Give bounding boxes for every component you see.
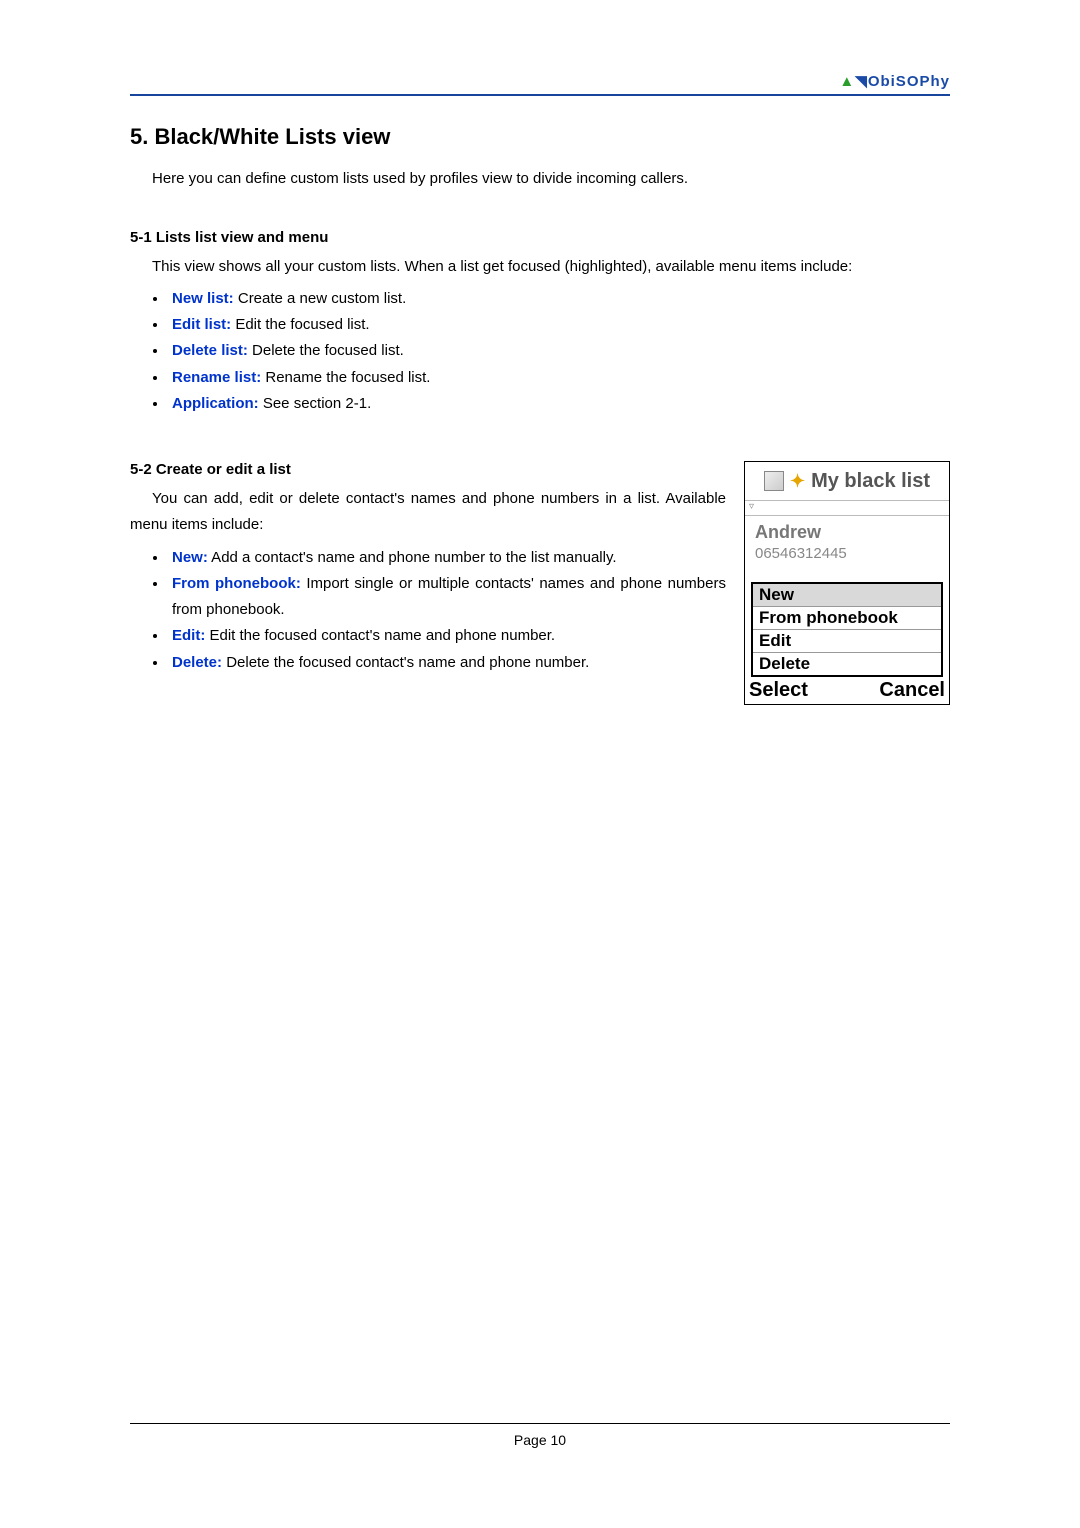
list-5-1: New list: Create a new custom list. Edit… xyxy=(130,286,950,417)
desc: Rename the focused list. xyxy=(261,369,430,386)
phone-softkeys: Select Cancel xyxy=(745,679,949,704)
phone-body: Andrew 06546312445 xyxy=(745,516,949,580)
list-item: New list: Create a new custom list. xyxy=(168,286,950,312)
keyword: From phonebook: xyxy=(172,575,301,592)
phone-context-menu: New From phonebook Edit Delete xyxy=(751,582,943,677)
keyword: Edit list: xyxy=(172,316,231,333)
keyword: Application: xyxy=(172,395,259,412)
page-header: ▲◥ObiSOPhy xyxy=(130,78,950,96)
note-icon xyxy=(764,471,784,491)
phone-titlebar: ✦ My black list xyxy=(745,462,949,500)
list-item: Application: See section 2-1. xyxy=(168,391,950,417)
softkey-cancel[interactable]: Cancel xyxy=(879,679,945,702)
keyword: Rename list: xyxy=(172,369,261,386)
menu-item-edit[interactable]: Edit xyxy=(753,630,941,653)
keyword: Delete: xyxy=(172,654,222,671)
menu-item-from-phonebook[interactable]: From phonebook xyxy=(753,607,941,630)
brand-logo: ▲◥ObiSOPhy xyxy=(839,72,950,90)
softkey-select[interactable]: Select xyxy=(749,679,808,702)
list-item: New: Add a contact's name and phone numb… xyxy=(168,545,726,571)
subheading-5-1: 5-1 Lists list view and menu xyxy=(130,229,950,246)
list-item: Edit: Edit the focused contact's name an… xyxy=(168,623,726,649)
desc: See section 2-1. xyxy=(259,395,372,412)
phone-title-text: My black list xyxy=(811,470,930,493)
phone-statusbar: ▿ xyxy=(745,500,949,516)
keyword: New list: xyxy=(172,290,234,307)
subheading-5-2: 5-2 Create or edit a list xyxy=(130,461,726,478)
desc: Delete the focused list. xyxy=(248,342,404,359)
list-item: Edit list: Edit the focused list. xyxy=(168,312,950,338)
brand-text: ObiSOPhy xyxy=(868,73,950,90)
menu-item-new[interactable]: New xyxy=(753,584,941,607)
section-title: 5. Black/White Lists view xyxy=(130,124,950,150)
desc: Add a contact's name and phone number to… xyxy=(208,549,617,566)
list-item: From phonebook: Import single or multipl… xyxy=(168,571,726,624)
desc: Edit the focused contact's name and phon… xyxy=(205,627,555,644)
page-footer: Page 10 xyxy=(130,1423,950,1448)
phone-screenshot: ✦ My black list ▿ Andrew 06546312445 New… xyxy=(744,461,950,705)
menu-item-delete[interactable]: Delete xyxy=(753,653,941,675)
contact-name: Andrew xyxy=(755,522,939,543)
page-number: Page 10 xyxy=(514,1432,566,1448)
desc: Create a new custom list. xyxy=(234,290,407,307)
contact-number: 06546312445 xyxy=(755,545,939,562)
list-item: Rename list: Rename the focused list. xyxy=(168,365,950,391)
keyword: Delete list: xyxy=(172,342,248,359)
list-item: Delete list: Delete the focused list. xyxy=(168,338,950,364)
desc: Delete the focused contact's name and ph… xyxy=(222,654,589,671)
para-5-2: You can add, edit or delete contact's na… xyxy=(130,486,726,539)
intro-text: Here you can define custom lists used by… xyxy=(152,168,950,191)
star-icon: ✦ xyxy=(790,471,805,492)
document-content: 5. Black/White Lists view Here you can d… xyxy=(130,96,950,705)
keyword: New: xyxy=(172,549,208,566)
list-item: Delete: Delete the focused contact's nam… xyxy=(168,650,726,676)
para-5-1: This view shows all your custom lists. W… xyxy=(130,254,950,280)
list-5-2: New: Add a contact's name and phone numb… xyxy=(130,545,726,676)
desc: Edit the focused list. xyxy=(231,316,369,333)
keyword: Edit: xyxy=(172,627,205,644)
